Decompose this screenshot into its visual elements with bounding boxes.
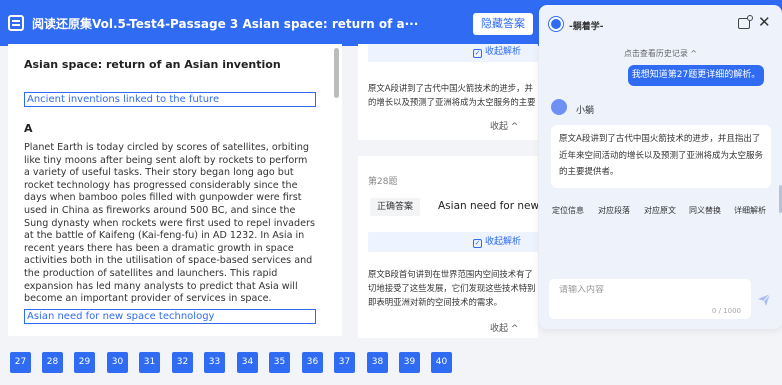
check-icon: ✓ (473, 49, 482, 58)
page-button-40[interactable]: 40 (431, 352, 452, 373)
analysis-text-line: 的增长以及预测了亚洲将成为太空服务的主要 (368, 97, 536, 107)
page-button-29[interactable]: 29 (74, 352, 95, 373)
chip-matching-paragraph[interactable]: 对应段落 (598, 205, 630, 216)
page-button-30[interactable]: 30 (107, 352, 128, 373)
page-button-35[interactable]: 35 (269, 352, 290, 373)
char-count: 0 / 1000 (711, 307, 741, 315)
user-message: 我想知道第27题更详细的解析。 (628, 65, 764, 86)
chevron-up-icon: ^ (510, 324, 519, 334)
collapse-analysis-label: 收起解析 (485, 47, 522, 57)
page-button-36[interactable]: 36 (302, 352, 323, 373)
collapse-label: 收起 (490, 324, 509, 334)
chevron-up-icon: ^ (510, 122, 519, 132)
chip-synonym[interactable]: 同义替换 (689, 205, 721, 216)
paragraph-label: A (24, 122, 33, 135)
page-button-39[interactable]: 39 (399, 352, 420, 373)
correct-answer-tag: 正确答案 (370, 198, 420, 216)
page-button-37[interactable]: 37 (334, 352, 355, 373)
page-title: 阅读还原集Vol.5-Test4-Passage 3 Asian space: … (32, 17, 419, 31)
chat-input[interactable] (559, 285, 739, 295)
bot-message: 原文A段讲到了古代中国火箭技术的进步，并且指出了近年来空间活动的增长以及预测了亚… (551, 125, 771, 188)
heading-answer-box-1[interactable]: Ancient inventions linked to the future (24, 92, 316, 107)
assistant-logo-icon (549, 17, 563, 31)
analysis-card-27: ✓ 收起解析 原文A段讲到了古代中国火箭技术的进步，并 的增长以及预测了亚洲将成为… (358, 44, 538, 140)
document-icon (8, 15, 24, 31)
question-card-28: 第28题 正确答案 Asian need for new sp ✓收起解析 原文… (358, 156, 538, 338)
close-icon[interactable]: ✕ (758, 13, 771, 31)
chat-title: -躺着学- (569, 22, 604, 32)
chip-detailed-analysis[interactable]: 详细解析 (734, 205, 766, 216)
passage-scrollbar[interactable] (334, 48, 339, 98)
bot-avatar-icon (551, 99, 567, 115)
page-button-28[interactable]: 28 (42, 352, 63, 373)
collapse-analysis-label: 收起解析 (485, 237, 522, 247)
chip-original-text[interactable]: 对应原文 (644, 205, 676, 216)
hide-answer-button[interactable]: 隐藏答案 (473, 13, 533, 35)
analysis-text-line: 原文A段讲到了古代中国火箭技术的进步，并 (368, 83, 533, 93)
analysis-text-line: 即表明亚洲对新的空间技术的需求。 (368, 297, 502, 307)
page-button-31[interactable]: 31 (139, 352, 160, 373)
chat-input-box[interactable]: 0 / 1000 (549, 279, 751, 319)
collapse-link[interactable]: 收起 ^ (490, 119, 518, 132)
bot-name: 小躺 (576, 106, 595, 116)
chip-locate-info[interactable]: 定位信息 (552, 205, 584, 216)
question-number: 第28题 (368, 177, 398, 187)
correct-answer-value: Asian need for new sp (438, 200, 538, 212)
history-link[interactable]: 点击查看历史记录 ^ (539, 48, 782, 59)
analysis-text-line: 切地接受了这些发展，它们发现这些技术特别 (368, 283, 536, 293)
page-button-38[interactable]: 38 (367, 352, 388, 373)
page-button-34[interactable]: 34 (237, 352, 258, 373)
page-button-27[interactable]: 27 (10, 352, 31, 373)
analysis-text-line: 原文B段首句讲到在世界范围内空间技术有了 (368, 269, 533, 279)
passage-title: Asian space: return of an Asian inventio… (24, 58, 281, 71)
ai-chat-panel: -躺着学- ✕ 点击查看历史记录 ^ 我想知道第27题更详细的解析。 小躺 原文… (539, 5, 782, 329)
check-icon: ✓ (473, 239, 482, 248)
send-icon[interactable] (757, 293, 771, 307)
page-button-32[interactable]: 32 (172, 352, 193, 373)
heading-answer-box-2[interactable]: Asian need for new space technology (24, 309, 316, 324)
collapse-link[interactable]: 收起 ^ (490, 321, 518, 334)
passage-panel: Asian space: return of an Asian inventio… (8, 44, 342, 336)
collapse-label: 收起 (490, 122, 509, 132)
paragraph-text: Planet Earth is today circled by scores … (24, 142, 315, 305)
collapse-analysis-link[interactable]: ✓ 收起解析 (368, 232, 538, 252)
page-button-33[interactable]: 33 (204, 352, 225, 373)
minimize-icon[interactable] (738, 15, 753, 29)
collapse-analysis-link[interactable]: ✓ 收起解析 (368, 44, 538, 62)
